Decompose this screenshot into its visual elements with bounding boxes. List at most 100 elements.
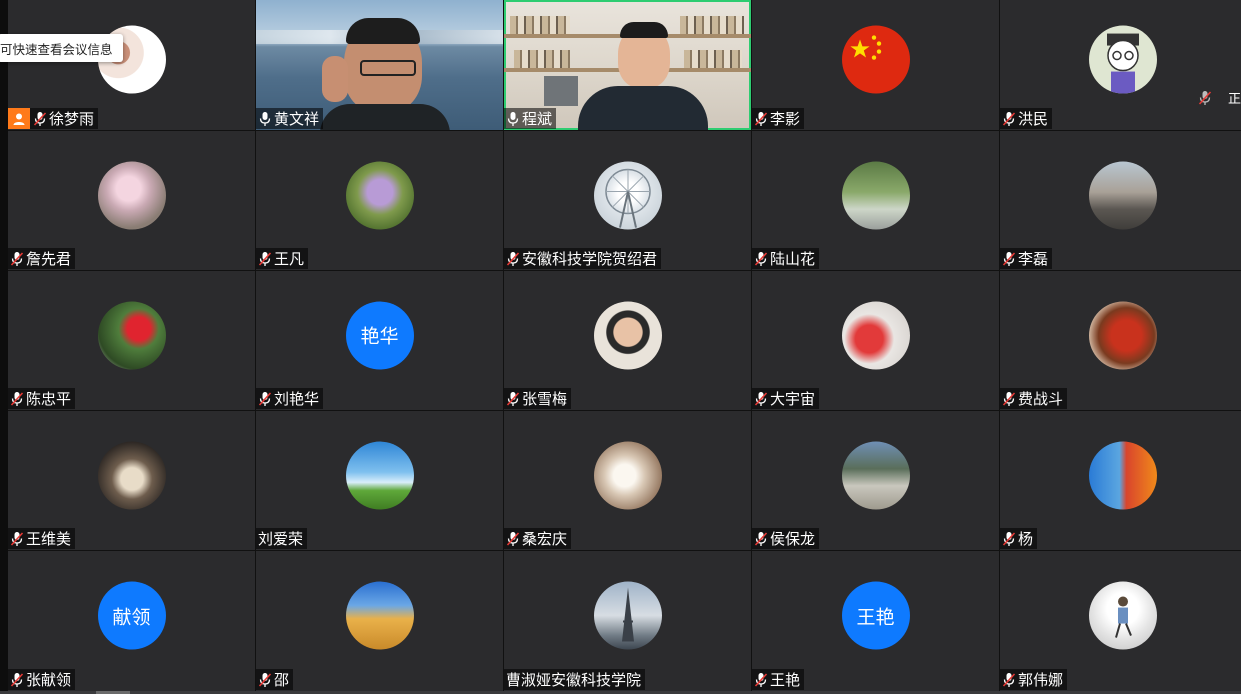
mic-muted-icon <box>258 391 272 407</box>
participant-name: 大宇宙 <box>770 390 816 408</box>
video-glasses <box>360 60 416 76</box>
mic-icon <box>506 111 520 127</box>
nameplate: 大宇宙 <box>752 388 820 409</box>
mic-muted-icon <box>10 391 24 407</box>
nameplate: 曹淑娅安徽科技学院 <box>504 669 646 690</box>
participant-tile[interactable]: 张雪梅 <box>504 271 751 410</box>
participant-name: 李影 <box>770 110 801 128</box>
initials-avatar: 王艳 <box>841 581 910 650</box>
participant-tile[interactable]: 桑宏庆 <box>504 411 751 550</box>
participant-name: 曹淑娅安徽科技学院 <box>506 671 642 689</box>
nameplate: 李磊 <box>1000 248 1053 269</box>
participant-tile[interactable]: 安徽科技学院贺绍君 <box>504 131 751 270</box>
participant-name: 洪民 <box>1018 110 1049 128</box>
participant-name: 黄文祥 <box>274 110 320 128</box>
avatar <box>1088 441 1157 510</box>
participant-tile[interactable]: 詹先君 <box>8 131 255 270</box>
speaking-text: 正 <box>1227 92 1241 107</box>
nameplate: 刘爱荣 <box>256 528 308 549</box>
left-edge <box>0 0 8 694</box>
avatar <box>841 161 910 230</box>
nameplate: 刘艳华 <box>256 388 324 409</box>
mic-muted-icon <box>1002 672 1016 688</box>
meeting-info-tooltip[interactable]: 可快速查看会议信息 <box>0 34 123 62</box>
nameplate: 王维美 <box>8 528 76 549</box>
nameplate: 郭伟娜 <box>1000 669 1068 690</box>
avatar <box>345 441 414 510</box>
participant-tile[interactable]: 陈忠平 <box>8 271 255 410</box>
nameplate: 杨 <box>1000 528 1038 549</box>
participant-name: 费战斗 <box>1018 390 1064 408</box>
nameplate: 洪民 <box>1000 108 1053 129</box>
nameplate: 陈忠平 <box>8 388 76 409</box>
nameplate: 黄文祥 <box>256 108 324 129</box>
participant-tile[interactable]: 献领 张献领 <box>8 551 255 691</box>
nameplate: 费战斗 <box>1000 388 1068 409</box>
avatar <box>593 161 662 230</box>
mic-muted-icon <box>258 251 272 267</box>
avatar <box>841 301 910 370</box>
nameplate: 李影 <box>752 108 805 129</box>
participant-tile[interactable]: 曹淑娅安徽科技学院 <box>504 551 751 691</box>
participant-name: 侯保龙 <box>770 530 816 548</box>
nameplate: 詹先君 <box>8 248 76 269</box>
bookshelf-books <box>514 50 570 68</box>
participant-tile[interactable]: 李磊 <box>1000 131 1241 270</box>
avatar <box>1088 301 1157 370</box>
avatar <box>593 301 662 370</box>
participant-tile[interactable]: 费战斗 <box>1000 271 1241 410</box>
nameplate: 徐梦雨 <box>8 108 99 129</box>
participant-tile[interactable]: 郭伟娜 <box>1000 551 1241 691</box>
participant-tile[interactable]: 王艳 王艳 <box>752 551 999 691</box>
mic-muted-icon <box>506 251 520 267</box>
mic-muted-icon <box>1002 111 1016 127</box>
video-hand <box>322 56 348 102</box>
bookshelf-books <box>510 16 570 34</box>
china-flag-avatar <box>841 25 910 94</box>
mic-muted-icon <box>1002 251 1016 267</box>
participant-tile[interactable]: 艳华 刘艳华 <box>256 271 503 410</box>
participant-tile[interactable]: 王凡 <box>256 131 503 270</box>
participant-name: 安徽科技学院贺绍君 <box>522 250 658 268</box>
participant-tile[interactable]: 黄文祥 <box>256 0 503 130</box>
mic-muted-icon <box>506 531 520 547</box>
participant-tile[interactable]: 王维美 <box>8 411 255 550</box>
avatar <box>97 301 166 370</box>
participant-name: 张献领 <box>26 671 72 689</box>
participant-tile-active[interactable]: 程斌 <box>504 0 751 130</box>
nameplate: 王艳 <box>752 669 805 690</box>
mic-muted-icon <box>754 111 768 127</box>
avatar <box>345 161 414 230</box>
cartoon-avatar <box>1088 25 1157 94</box>
participant-tile[interactable]: 侯保龙 <box>752 411 999 550</box>
participant-tile[interactable]: 李影 <box>752 0 999 130</box>
host-icon <box>8 108 30 129</box>
participant-name: 李磊 <box>1018 250 1049 268</box>
participant-tile[interactable]: 刘爱荣 <box>256 411 503 550</box>
bookshelf-books <box>684 50 742 68</box>
mic-muted-icon <box>10 251 24 267</box>
participant-tile[interactable]: 杨 <box>1000 411 1241 550</box>
mic-muted-icon <box>1198 90 1212 106</box>
participant-name: 郭伟娜 <box>1018 671 1064 689</box>
nameplate: 侯保龙 <box>752 528 820 549</box>
initials-avatar: 献领 <box>97 581 166 650</box>
participant-name: 詹先君 <box>26 250 72 268</box>
video-monitor <box>544 76 578 106</box>
speaking-indicator: 正 <box>1198 88 1241 107</box>
participant-tile[interactable]: 洪民 <box>1000 0 1241 130</box>
participant-name: 刘爱荣 <box>258 530 304 548</box>
participant-name: 王凡 <box>274 250 305 268</box>
participant-tile[interactable]: 邵 <box>256 551 503 691</box>
participant-name: 徐梦雨 <box>49 110 95 128</box>
avatar <box>345 581 414 650</box>
avatar <box>593 441 662 510</box>
mic-muted-icon <box>1002 531 1016 547</box>
video-shoulders <box>320 104 450 130</box>
participant-tile[interactable]: 陆山花 <box>752 131 999 270</box>
mic-muted-icon <box>506 391 520 407</box>
participant-tile[interactable]: 大宇宙 <box>752 271 999 410</box>
participant-name: 杨 <box>1018 530 1034 548</box>
participant-tile[interactable]: 徐梦雨 <box>8 0 255 130</box>
participant-name: 程斌 <box>522 110 553 128</box>
